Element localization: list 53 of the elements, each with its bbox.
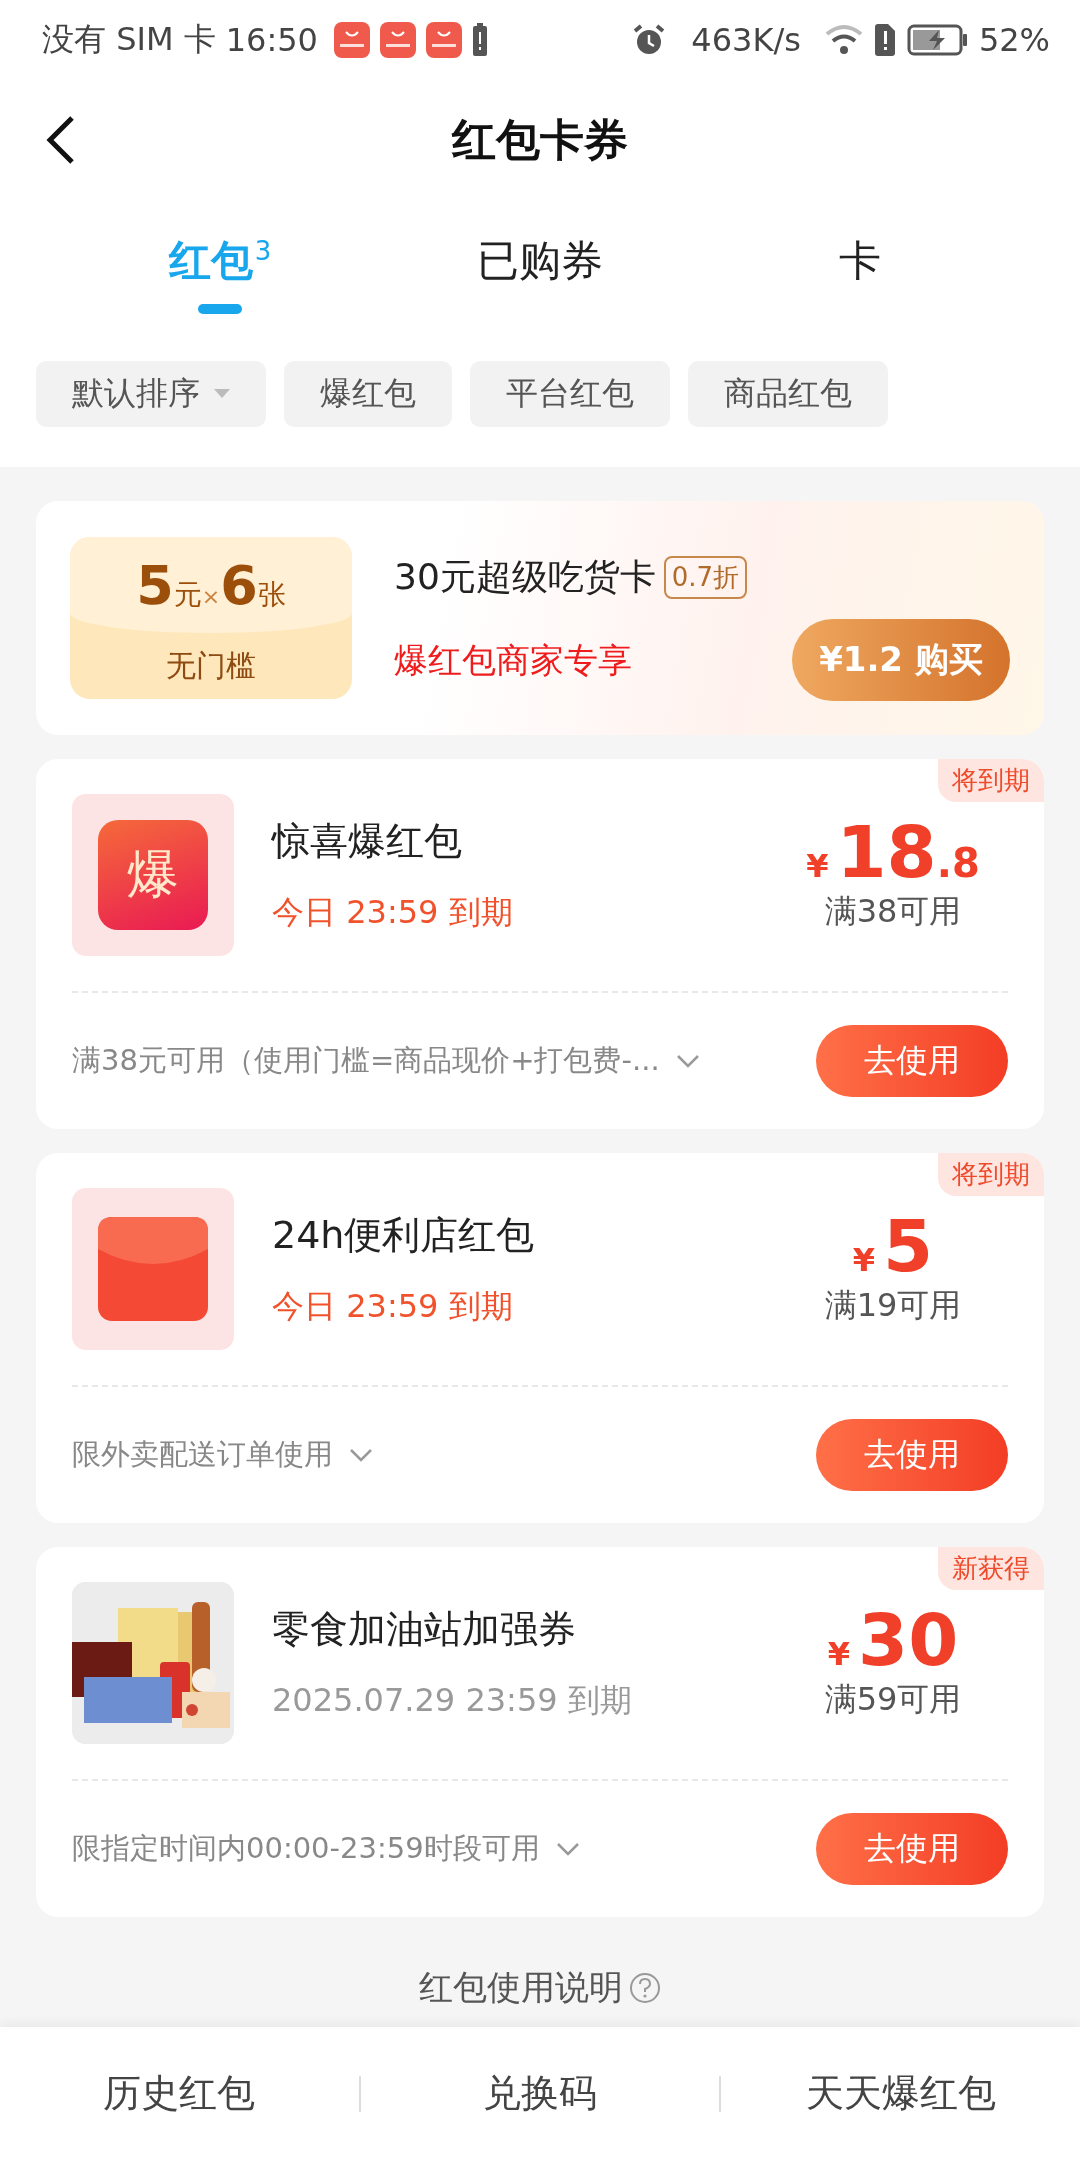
carrier-text: 没有 SIM 卡 [42, 19, 216, 60]
help-icon[interactable] [629, 1972, 661, 2004]
back-icon[interactable] [46, 114, 76, 166]
discount-tag: 0.7折 [663, 555, 748, 599]
expiry-text: 今日 23:59 到期 [272, 891, 514, 933]
threshold-text: 无门槛 [166, 646, 256, 685]
app-notification-icon [425, 22, 462, 58]
usage-note: 限指定时间内00:00-23:59时段可用 [72, 1830, 540, 1867]
wifi-icon [824, 24, 863, 56]
filter-chip[interactable]: 商品红包 [688, 361, 888, 427]
condition-text: 满38可用 [824, 891, 962, 932]
filter-chip[interactable]: 平台红包 [470, 361, 670, 427]
sort-dropdown[interactable]: 默认排序 [36, 361, 266, 427]
coupon-title: 惊喜爆红包 [272, 817, 463, 865]
coupon-amount: ¥30 [827, 1604, 959, 1676]
bottom-link[interactable]: 历史红包 [0, 2067, 359, 2120]
promo-title: 30元超级吃货卡 [394, 554, 656, 599]
caret-icon [214, 389, 230, 399]
battery-charging-icon [906, 24, 969, 56]
chevron-down-icon[interactable] [349, 1448, 373, 1462]
condition-text: 满19可用 [824, 1285, 962, 1326]
expiry-text: 今日 23:59 到期 [272, 1285, 514, 1327]
chevron-down-icon[interactable] [555, 1842, 580, 1856]
coupon-amount: ¥5 [852, 1210, 934, 1282]
expiry-text: 2025.07.29 23:59 到期 [272, 1679, 633, 1721]
coupon-title: 零食加油站加强券 [272, 1605, 577, 1653]
coupon-tag: 将到期 [938, 759, 1044, 802]
clock-text: 16:50 [225, 21, 318, 59]
coupon-amount: ¥18.8 [806, 816, 980, 888]
battery-percent-text: 52% [978, 21, 1050, 59]
app-notification-icon [333, 22, 370, 58]
battery-alert-icon [471, 23, 488, 57]
page-title: 红包卡券 [452, 112, 628, 167]
help-link[interactable]: 红包使用说明 [419, 1965, 623, 2011]
app-logo-icon: 爆 [98, 820, 208, 930]
condition-text: 满59可用 [824, 1679, 962, 1720]
bottom-link[interactable]: 天天爆红包 [721, 2067, 1080, 2120]
coupon-tag: 新获得 [938, 1547, 1044, 1590]
chevron-down-icon[interactable] [675, 1054, 700, 1068]
coupon-title: 24h便利店红包 [272, 1211, 536, 1259]
envelope-icon [98, 1217, 208, 1321]
tab[interactable]: 卡 [700, 200, 1020, 336]
voucher-value: 5元×6张 [136, 553, 286, 617]
usage-note: 满38元可用（使用门槛=商品现价+打包费-... [72, 1042, 660, 1079]
usage-note: 限外卖配送订单使用 [72, 1436, 333, 1473]
sim-alert-icon [872, 23, 897, 57]
bottom-link[interactable]: 兑换码 [360, 2067, 720, 2120]
network-speed-text: 463K/s [691, 21, 801, 59]
tab[interactable]: 已购券 [380, 200, 700, 336]
filter-chip[interactable]: 爆红包 [284, 361, 452, 427]
promo-subtitle: 爆红包商家专享 [394, 638, 633, 682]
coupon-tag: 将到期 [938, 1153, 1044, 1196]
app-notification-icon [379, 22, 416, 58]
